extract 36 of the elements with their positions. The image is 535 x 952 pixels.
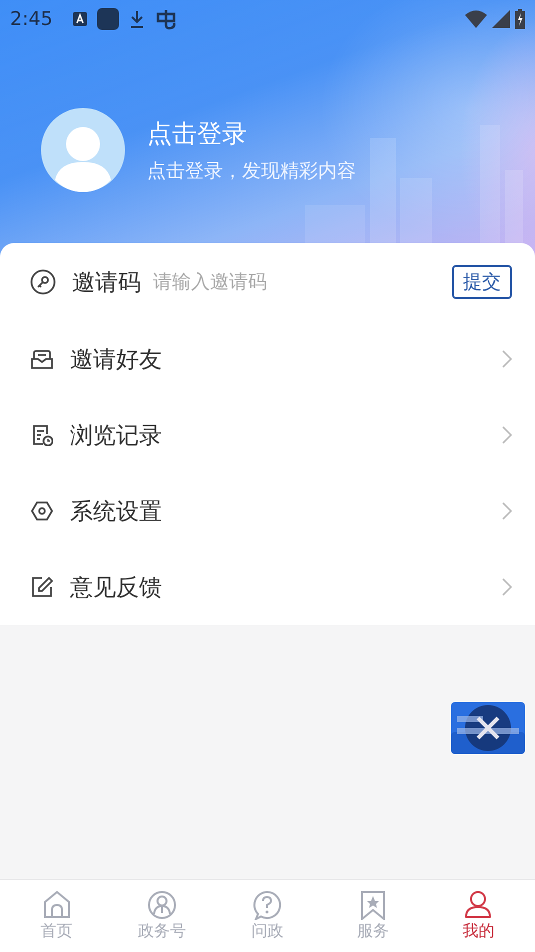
chevron-right-icon	[502, 502, 512, 520]
invite-code-field[interactable]: 请输入邀请码	[153, 271, 353, 293]
menu-item[interactable]: 浏览记录	[0, 397, 535, 473]
key-icon	[30, 269, 56, 295]
chevron-right-icon	[502, 426, 512, 444]
status-time: 2:45	[10, 8, 53, 30]
menu-item[interactable]: 意见反馈	[0, 549, 535, 625]
menu-item[interactable]: 系统设置	[0, 473, 535, 549]
submit-button[interactable]: 提交	[452, 265, 512, 299]
login-title[interactable]: 点击登录	[147, 116, 356, 150]
menu-item-label: 浏览记录	[70, 422, 162, 450]
battery-icon	[515, 9, 525, 29]
chevron-right-icon	[502, 578, 512, 596]
home-icon	[42, 890, 72, 920]
document-clock-icon	[31, 424, 53, 446]
login-subtitle: 点击登录，发现精彩内容	[147, 158, 356, 184]
chevron-right-icon	[502, 350, 512, 368]
menu-item-label: 邀请好友	[70, 346, 162, 374]
edit-icon	[31, 576, 53, 598]
invite-code-label: 邀请码	[72, 268, 141, 298]
inbox-icon	[31, 348, 53, 370]
person-icon	[463, 890, 494, 920]
app-icon	[72, 12, 87, 26]
question-bubble-icon	[252, 890, 282, 920]
menu-item-label: 意见反馈	[70, 574, 162, 602]
menu-item-label: 系统设置	[70, 498, 162, 526]
download-icon	[128, 10, 145, 28]
wifi-icon	[465, 10, 487, 28]
avatar-icon[interactable]	[41, 108, 125, 192]
close-icon[interactable]	[476, 716, 500, 740]
menu-item[interactable]: 邀请好友	[0, 321, 535, 397]
person-circle-icon	[147, 890, 178, 920]
hexagon-icon	[31, 500, 53, 522]
signal-icon	[492, 10, 510, 28]
app-icon	[96, 8, 119, 30]
tab-bar-item[interactable]: 我的	[433, 880, 524, 952]
